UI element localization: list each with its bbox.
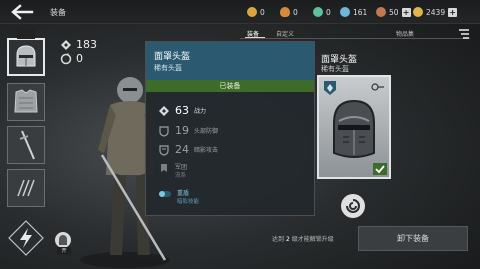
slot-helmet[interactable] [7,38,45,76]
faction-row: 军团 流系 [158,162,187,179]
equipped-check [373,163,387,175]
popup-header: 面罩头盔 稀有头盔 [146,42,314,80]
shadow-attack-icon [159,144,169,156]
upgrade-hint: 达到 2 级才能解锁升级 [272,234,334,243]
gem-icon [340,7,350,17]
chest-armor-icon [14,89,38,113]
item-subtitle: 稀有头盔 [321,65,349,73]
ability-row[interactable]: 重盾 暗影技能 [158,188,199,205]
stat-value: 24 [175,143,189,156]
stat-head-defense: 19 头部防御 [158,124,218,137]
rune-icon [376,7,386,17]
resource-rune[interactable]: 50 + [376,6,411,18]
stat-value: 63 [175,104,189,117]
faction-value: 流系 [175,173,187,179]
sword-icon [19,130,35,160]
slot-armor[interactable] [7,83,45,121]
tab-custom[interactable]: 自定义 [276,29,294,38]
resource-value: 0 [326,7,331,17]
resource-value: 161 [353,7,368,17]
resource-ember[interactable]: 0 [247,6,265,18]
stat-label: 暗影攻击 [194,147,219,154]
stat-value: 19 [175,124,189,137]
avatar-tag: 开 [57,247,71,255]
equipped-badge: 已装备 [146,80,314,92]
resource-coin[interactable]: 2439 + [413,6,458,18]
swirl-icon [346,199,360,213]
resource-value: 2439 [426,7,446,17]
hint-suffix: 级才能解锁升级 [291,236,334,243]
power-icon [61,39,71,50]
ability-desc: 暗影技能 [177,199,200,205]
item-detail-popup: 面罩头盔 稀有头盔 已装备 63 战力 19 头部防御 24 暗影攻击 军团 流… [145,41,315,216]
arrow-left-icon [11,4,34,20]
slot-weapon[interactable] [7,126,45,164]
popup-subtitle: 稀有头盔 [154,64,182,72]
faction-icon [161,164,167,172]
shield-icon [159,125,169,137]
skill-button[interactable] [8,220,44,256]
helmet-icon [16,45,36,67]
tabs-divider [240,38,470,39]
sprout-icon [313,7,323,17]
swap-button[interactable] [341,194,365,218]
flame-icon [280,7,290,17]
resource-value: 0 [260,7,265,17]
visibility-tag[interactable] [17,29,35,39]
hint-prefix: 达到 [272,236,285,243]
add-rune-button[interactable]: + [401,7,411,17]
item-card[interactable] [317,75,391,179]
stat-label: 战力 [194,108,207,115]
tab-shop[interactable]: 物品集 [396,29,414,38]
power-value: 183 [76,38,97,51]
resource-gem[interactable]: 161 [340,6,367,18]
stat-label: 头部防御 [194,128,219,135]
ability-toggle-icon [159,191,171,197]
helmet-avatar-icon [59,235,67,245]
coin-icon [413,7,423,17]
throwing-knives-icon [17,179,35,197]
stat-shadow-attack: 24 暗影攻击 [158,143,218,156]
power-stat: 183 [60,38,97,51]
power-icon [159,105,169,116]
unequip-button[interactable]: 卸下装备 [358,226,468,251]
swap-small-icon [371,83,384,91]
add-coin-button[interactable]: + [448,7,458,17]
ability-label: 重盾 [177,190,190,197]
resource-sprout[interactable]: 0 [313,6,331,18]
avatar[interactable] [55,232,71,248]
resource-value: 0 [293,7,298,17]
helmet-icon [333,99,375,158]
top-bar: 装备 0 0 0 161 50 + 2439 + [0,0,480,24]
slot-ranged[interactable] [7,169,45,207]
resource-flame[interactable]: 0 [280,6,298,18]
ember-icon [247,7,257,17]
hint-level: 2 [285,236,290,243]
resource-value: 50 [389,7,399,17]
popup-title: 面罩头盔 [154,52,191,62]
stat-power: 63 战力 [158,104,206,117]
faction-label: 军团 [175,164,188,171]
menu-icon[interactable] [458,29,470,39]
check-icon [375,165,385,174]
back-button[interactable] [10,4,34,20]
page-title: 装备 [50,8,66,17]
